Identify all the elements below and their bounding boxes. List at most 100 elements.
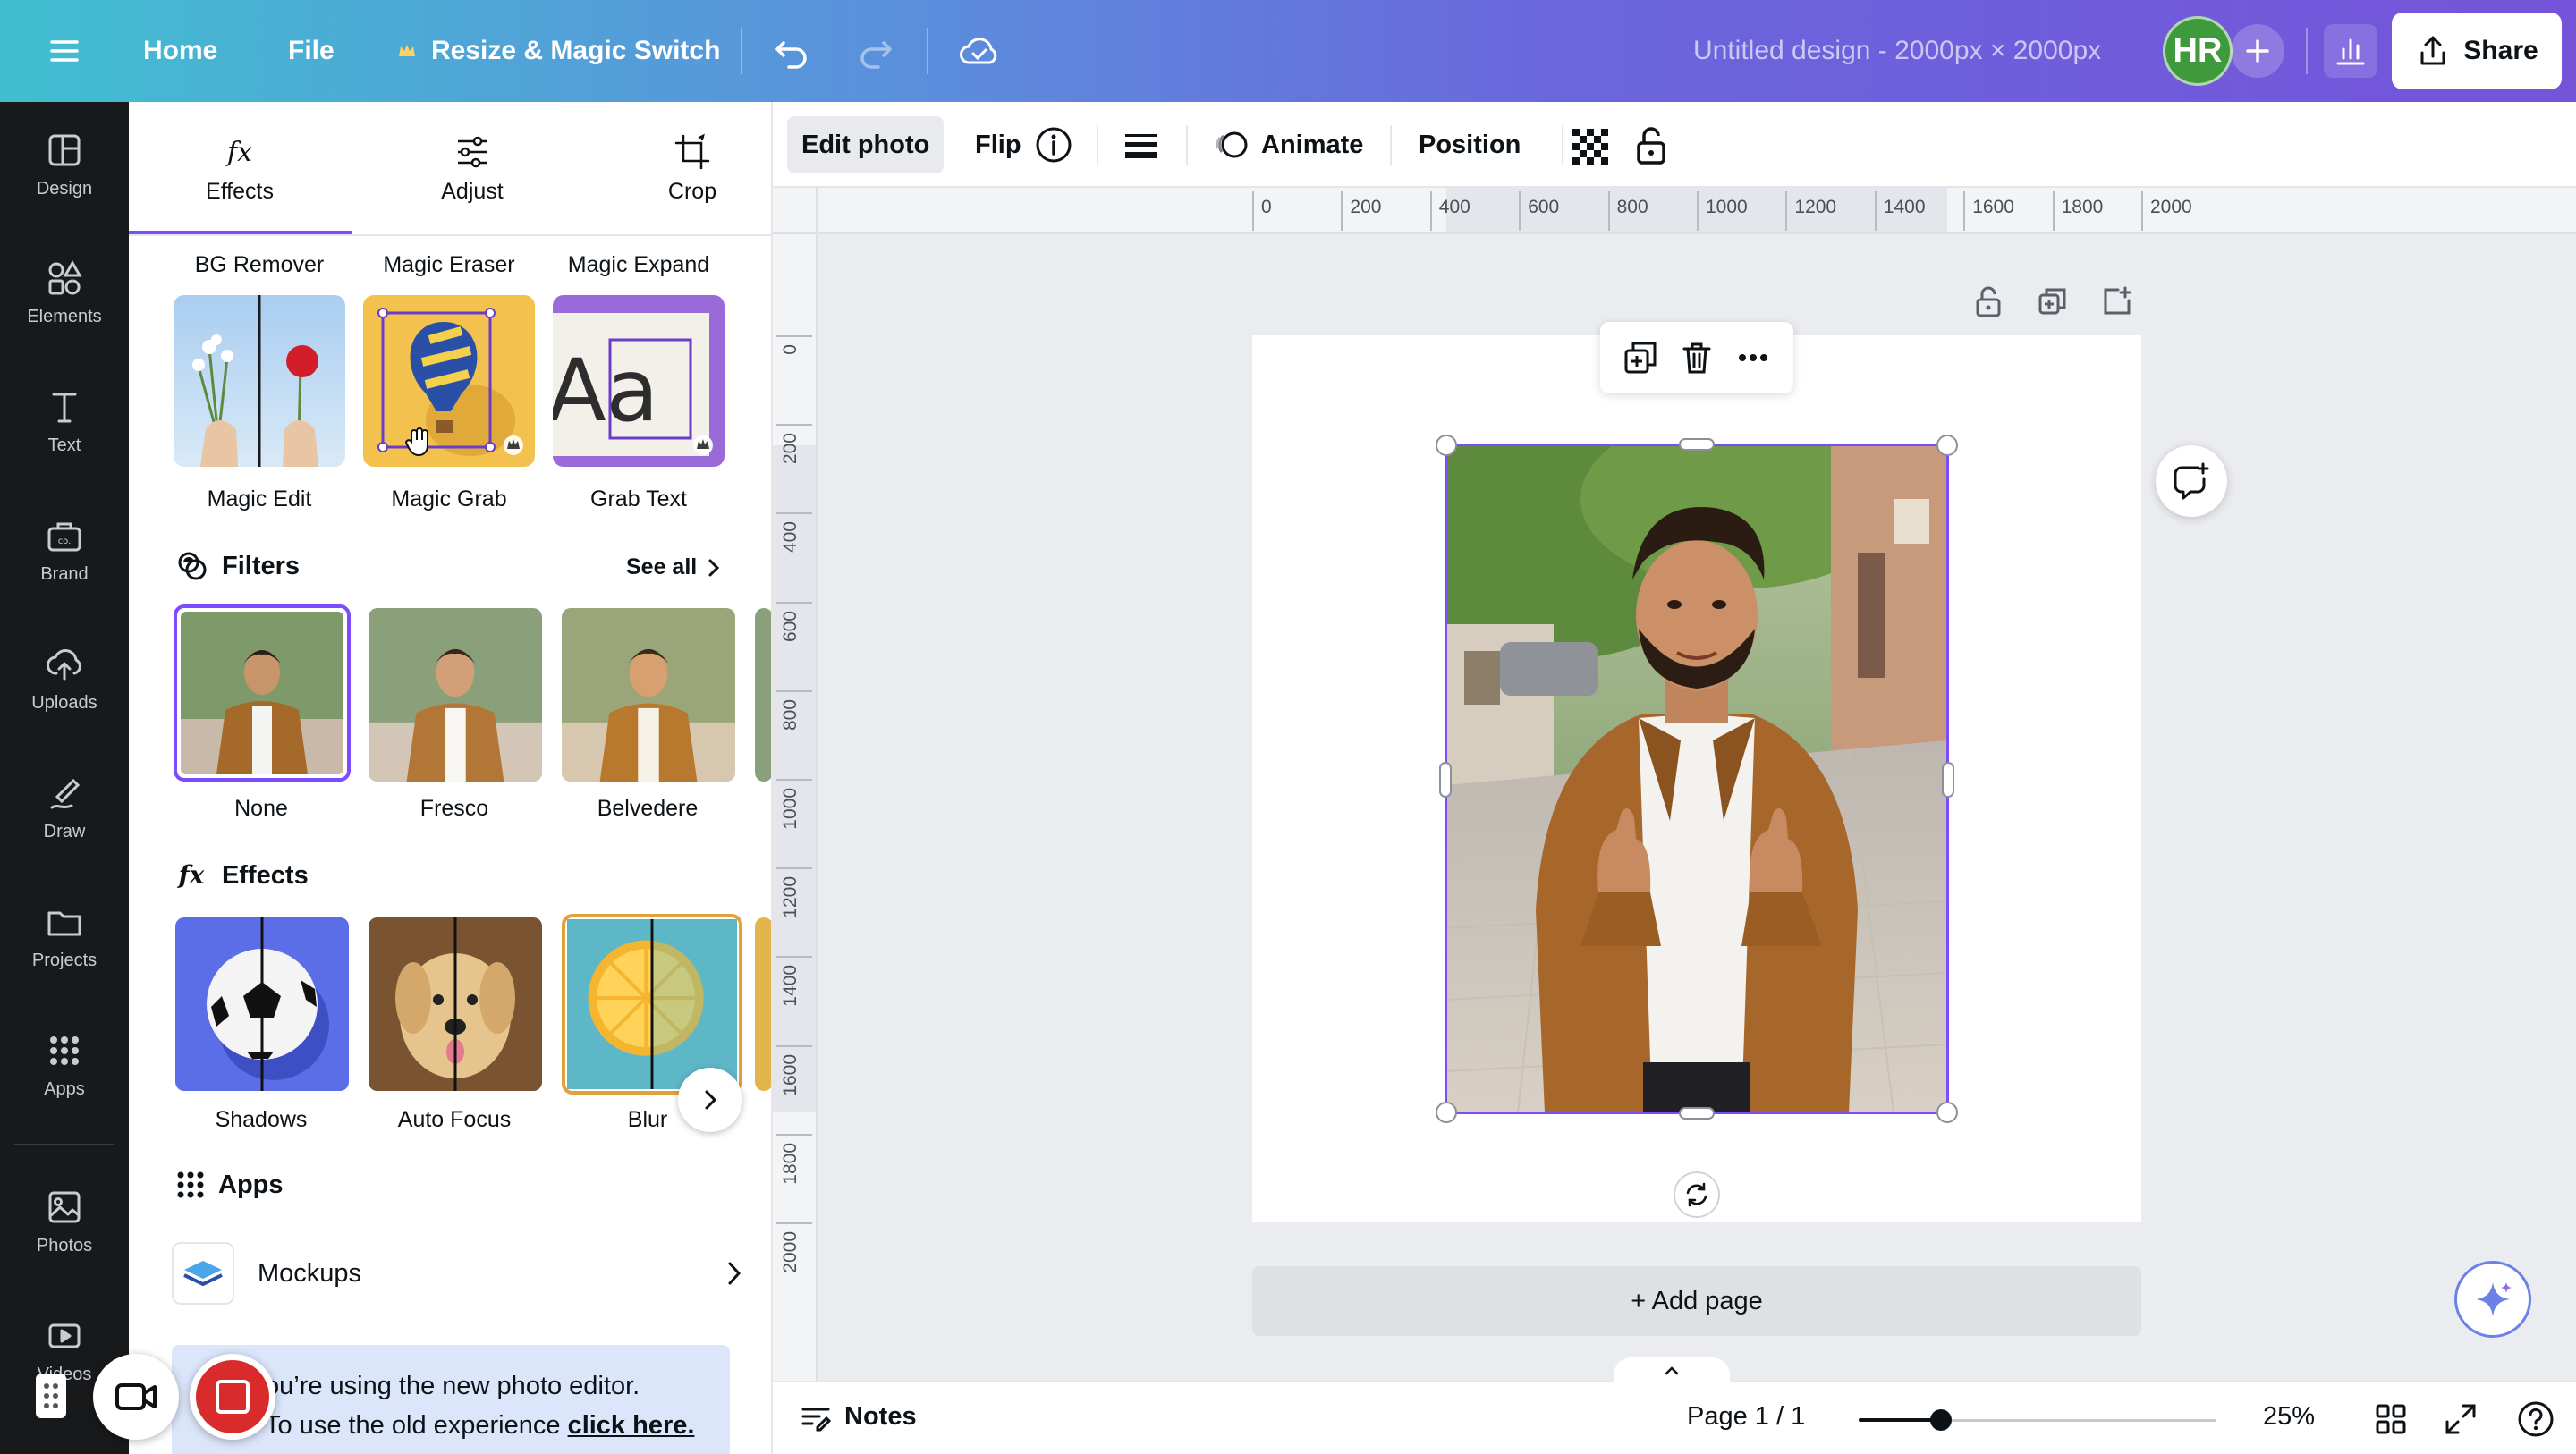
avatar[interactable]: HR: [2163, 16, 2233, 86]
nav-photos[interactable]: Photos: [0, 1159, 129, 1284]
lock-page-icon[interactable]: [1971, 284, 2005, 323]
nav-label: Brand: [40, 563, 89, 584]
add-page-button[interactable]: + Add page: [1252, 1266, 2141, 1336]
notes-button[interactable]: Notes: [800, 1400, 917, 1433]
nav-elements[interactable]: Elements: [0, 230, 129, 355]
bg-remover-label[interactable]: BG Remover: [172, 252, 347, 278]
add-collaborator-button[interactable]: [2231, 24, 2284, 78]
effects-heading: fx Effects: [175, 858, 309, 892]
uploads-icon: [47, 648, 81, 680]
grid-view-icon[interactable]: [2374, 1402, 2408, 1441]
magic-assistant-button[interactable]: [2454, 1261, 2531, 1338]
cloud-saved-icon[interactable]: [957, 30, 1002, 76]
design-icon: [48, 134, 80, 165]
resize-handle-top-right[interactable]: [1936, 435, 1958, 456]
effect-auto-focus-thumbnail[interactable]: [369, 917, 542, 1091]
effect-shadows-thumbnail[interactable]: [175, 917, 349, 1091]
rotate-handle[interactable]: [1674, 1171, 1720, 1218]
border-style-icon[interactable]: [1123, 127, 1159, 167]
zoom-slider-thumb[interactable]: [1930, 1409, 1952, 1431]
nav-brand[interactable]: co. Brand: [0, 487, 129, 613]
zoom-level[interactable]: 25%: [2263, 1402, 2315, 1432]
undo-icon[interactable]: [771, 30, 812, 76]
resize-handle-right[interactable]: [1942, 762, 1954, 798]
camera-toggle-button[interactable]: [93, 1354, 179, 1440]
add-page-icon[interactable]: [2100, 284, 2134, 323]
animate-icon: [1216, 131, 1248, 158]
magic-expand-label[interactable]: Magic Expand: [551, 252, 726, 278]
balloon-image: [377, 308, 523, 456]
edit-photo-button[interactable]: Edit photo: [787, 116, 945, 173]
share-button[interactable]: Share: [2392, 13, 2562, 89]
old-experience-link[interactable]: click here.: [568, 1411, 695, 1440]
flip-button[interactable]: Flip: [961, 116, 1036, 173]
magic-eraser-label[interactable]: Magic Eraser: [361, 252, 537, 278]
resize-handle-top-left[interactable]: [1436, 435, 1457, 456]
fullscreen-icon[interactable]: [2444, 1402, 2478, 1441]
element-floating-toolbar: [1600, 322, 1793, 393]
resize-handle-bottom-right[interactable]: [1936, 1102, 1958, 1123]
stop-recording-button[interactable]: [190, 1354, 275, 1440]
resize-magic-switch-button[interactable]: Resize & Magic Switch: [431, 0, 720, 102]
file-menu[interactable]: File: [288, 0, 335, 102]
chevron-right-icon: [728, 1262, 741, 1285]
nav-uploads[interactable]: Uploads: [0, 616, 129, 741]
ruler-tick-label: 1000: [1706, 197, 1748, 217]
filter-next-thumbnail[interactable]: [755, 608, 771, 782]
insights-icon[interactable]: [2324, 24, 2377, 78]
duplicate-page-icon[interactable]: [2036, 284, 2070, 323]
nav-draw[interactable]: Draw: [0, 745, 129, 870]
lock-icon[interactable]: [1633, 125, 1669, 171]
mockups-app-row[interactable]: Mockups: [172, 1238, 744, 1309]
ruler-tick-label: 1800: [2061, 197, 2104, 217]
more-options-icon[interactable]: [1735, 340, 1771, 376]
grid-handle-icon[interactable]: [36, 1374, 66, 1418]
filters-see-all-link[interactable]: See all: [626, 554, 722, 580]
resize-handle-top[interactable]: [1679, 438, 1715, 451]
grab-text-label[interactable]: Grab Text: [551, 486, 726, 512]
divider: [1390, 125, 1392, 165]
resize-handle-left[interactable]: [1439, 762, 1452, 798]
zoom-slider[interactable]: [1859, 1409, 2216, 1431]
duplicate-icon[interactable]: [1623, 340, 1658, 376]
nav-design[interactable]: Design: [0, 102, 129, 227]
filter-none-thumbnail[interactable]: [174, 604, 351, 782]
filter-fresco-thumbnail[interactable]: [369, 608, 542, 782]
add-comment-button[interactable]: [2156, 445, 2227, 517]
animate-label: Animate: [1261, 130, 1364, 159]
document-title[interactable]: Untitled design - 2000px × 2000px: [1693, 0, 2101, 102]
magic-grab-thumbnail[interactable]: [363, 295, 535, 467]
collapse-pages-handle[interactable]: [1614, 1357, 1730, 1382]
transparency-icon[interactable]: [1572, 129, 1608, 169]
help-icon[interactable]: [2517, 1400, 2555, 1442]
resize-handle-bottom[interactable]: [1679, 1107, 1715, 1120]
tab-adjust[interactable]: Adjust: [365, 102, 580, 234]
grab-text-thumbnail[interactable]: Aa: [553, 295, 724, 467]
effects-title: Effects: [222, 860, 309, 890]
trash-icon[interactable]: [1679, 340, 1715, 376]
text-icon: [52, 393, 77, 422]
ruler-tick-mark: [1341, 191, 1343, 231]
resize-handle-bottom-left[interactable]: [1436, 1102, 1457, 1123]
filter-belvedere-thumbnail[interactable]: [562, 608, 735, 782]
page-indicator[interactable]: Page 1 / 1: [1687, 1402, 1805, 1432]
magic-edit-thumbnail[interactable]: [174, 295, 345, 467]
redo-icon[interactable]: [855, 30, 896, 76]
mockups-app-icon: [172, 1242, 234, 1305]
record-stop-icon: [196, 1360, 269, 1433]
effect-next-thumbnail[interactable]: [755, 917, 771, 1091]
tab-crop[interactable]: Crop: [585, 102, 771, 234]
fx-icon: fx: [225, 137, 252, 168]
magic-grab-label[interactable]: Magic Grab: [361, 486, 537, 512]
chevron-right-icon: [708, 559, 720, 576]
position-button[interactable]: Position: [1404, 116, 1535, 173]
nav-apps[interactable]: Apps: [0, 1002, 129, 1128]
tab-effects[interactable]: fx Effects: [129, 102, 351, 234]
home-menu[interactable]: Home: [143, 0, 217, 102]
nav-projects[interactable]: Projects: [0, 874, 129, 999]
info-icon[interactable]: [1034, 125, 1073, 169]
menu-icon[interactable]: [47, 33, 82, 69]
animate-button[interactable]: Animate: [1200, 116, 1377, 173]
nav-text[interactable]: Text: [0, 359, 129, 484]
magic-edit-label[interactable]: Magic Edit: [172, 486, 347, 512]
